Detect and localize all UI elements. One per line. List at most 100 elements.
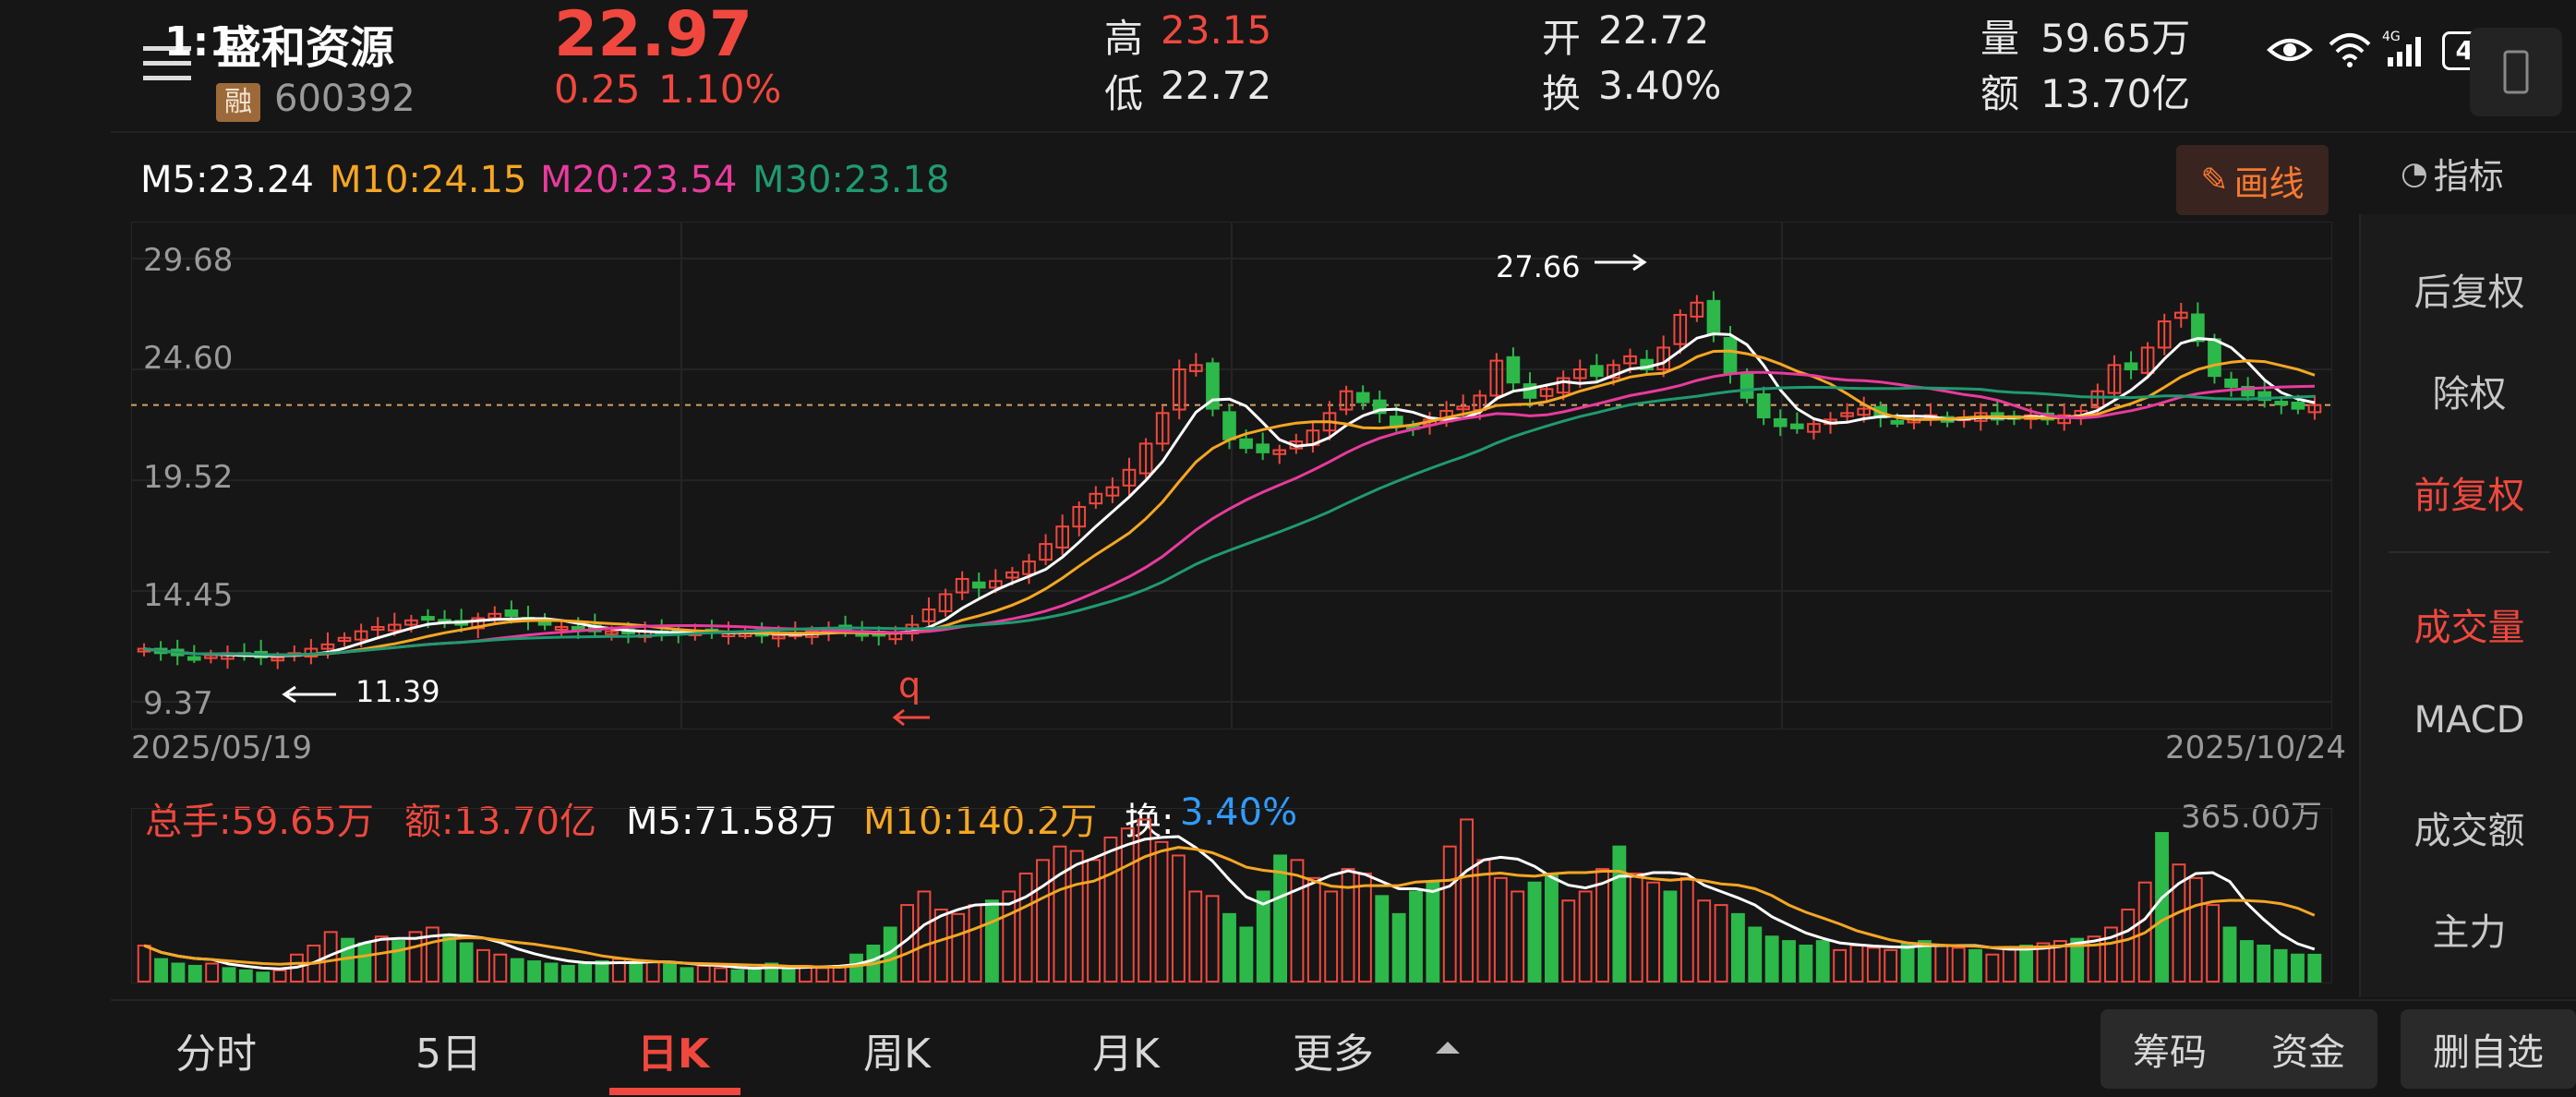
price-tick: 29.68 <box>143 242 234 279</box>
volume-bar <box>341 937 355 982</box>
volume-bar <box>1306 876 1321 982</box>
orientation-button[interactable] <box>2470 28 2562 116</box>
volume-bar <box>527 960 541 982</box>
volume-bar <box>696 964 711 982</box>
eye-icon <box>2267 39 2313 61</box>
sidebar-divider <box>2389 551 2550 553</box>
volume-bar <box>1833 948 1848 982</box>
volume-bar <box>1578 890 1593 982</box>
sidebar-item-volume[interactable]: 成交量 <box>2361 597 2576 651</box>
menu-icon-line[interactable] <box>143 76 191 80</box>
amount-label: 额 <box>1980 71 2020 116</box>
candle-body <box>1890 419 1905 425</box>
volume-bar <box>629 962 644 982</box>
tab-monthly-k[interactable]: 月K <box>1092 1020 1160 1079</box>
date-end: 2025/10/24 <box>2165 729 2346 766</box>
volume-svg <box>130 807 2333 984</box>
volume-bar <box>984 899 999 982</box>
volume-bar <box>680 967 694 982</box>
volume-bar <box>1799 944 1813 982</box>
tab-more[interactable]: 更多 <box>1293 1020 1374 1079</box>
volume-bar <box>2188 876 2203 982</box>
tab-weekly-k[interactable]: 周K <box>863 1020 931 1079</box>
draw-line-button[interactable]: ✎ 画线 <box>2176 145 2329 215</box>
volume-bar <box>730 969 745 982</box>
sidebar-item-main-force[interactable]: 主力 <box>2361 902 2576 956</box>
volume-bar <box>137 944 151 982</box>
amount-value: 13.70亿 <box>2040 71 2191 116</box>
date-start: 2025/05/19 <box>131 729 312 766</box>
tab-5day[interactable]: 5日 <box>415 1020 482 1079</box>
volume-chart[interactable] <box>130 807 2333 984</box>
volume-bar <box>476 948 490 982</box>
volume-bar <box>391 940 406 982</box>
q-annotation: q <box>898 665 921 705</box>
chip-fund-group: 筹码 资金 <box>2101 1009 2377 1089</box>
chips-button[interactable]: 筹码 <box>2133 1022 2207 1076</box>
volume-bar <box>1679 876 1694 982</box>
volume-bar <box>1815 940 1830 982</box>
volume-bar <box>1239 926 1254 982</box>
header-divider <box>111 131 2576 133</box>
volume-bar <box>1103 836 1118 982</box>
volume-bar <box>459 942 474 982</box>
volume-bar <box>560 964 575 982</box>
caret-up-icon[interactable] <box>1434 1039 1462 1057</box>
candle-body <box>1222 411 1236 440</box>
volume-bar <box>374 935 389 983</box>
low-arrow-icon <box>282 685 336 704</box>
volume-bar <box>2222 926 2237 982</box>
high-arrow-icon <box>1595 253 1647 271</box>
sidebar-item-turnover-amount[interactable]: 成交额 <box>2361 801 2576 854</box>
volume-bar <box>1391 912 1406 982</box>
volume-bar <box>1985 953 2000 983</box>
volume-bar <box>951 912 966 982</box>
ma20-legend: M20:23.54 <box>540 159 738 201</box>
indicator-button[interactable]: ◔ 指标 <box>2401 148 2504 199</box>
volume-bar <box>1493 876 1508 982</box>
volume-label: 量 <box>1980 16 2020 61</box>
volume-value: 59.65万 <box>2040 16 2191 61</box>
volume-bar <box>2239 940 2254 982</box>
volume-bar <box>2121 908 2136 982</box>
ma10-legend: M10:24.15 <box>330 159 527 201</box>
volume-bar <box>1934 944 1949 982</box>
kline-chart[interactable] <box>130 221 2333 730</box>
turnover-label: 换 <box>1542 71 1582 116</box>
tab-intraday[interactable]: 分时 <box>175 1020 257 1079</box>
candle-body <box>1790 423 1804 429</box>
candle-body <box>1523 383 1537 399</box>
price-tick: 24.60 <box>143 340 234 377</box>
active-tab-indicator <box>609 1088 740 1095</box>
high-value: 23.15 <box>1161 7 1272 53</box>
funds-button[interactable]: 资金 <box>2271 1022 2345 1076</box>
volume-bar <box>1511 890 1525 982</box>
gauge-icon: ◔ <box>2401 154 2428 192</box>
tab-daily-k[interactable]: 日K <box>637 1020 709 1079</box>
remove-watchlist-button[interactable]: 删自选 <box>2401 1009 2576 1089</box>
candle-body <box>1506 356 1521 384</box>
sidebar-item-macd[interactable]: MACD <box>2361 699 2576 741</box>
candle-body <box>2274 401 2289 406</box>
volume-bar <box>1612 845 1627 983</box>
price-tick: 19.52 <box>143 459 234 496</box>
sidebar-item-after-adjust[interactable]: 后复权 <box>2361 262 2576 316</box>
svg-text:4G: 4G <box>2382 30 2401 44</box>
volume-bar <box>1460 818 1475 983</box>
volume-bar <box>849 953 863 983</box>
volume-bar <box>663 963 677 982</box>
volume-bar <box>2206 904 2221 982</box>
candle-body <box>2208 338 2221 378</box>
volume-bar <box>1222 912 1236 982</box>
candle-body <box>2124 362 2138 371</box>
kline-svg <box>130 221 2333 730</box>
volume-bar <box>1748 926 1763 982</box>
volume-bar <box>1290 859 1305 982</box>
candle-body <box>1723 337 1738 375</box>
sidebar-item-before-adjust[interactable]: 前复权 <box>2361 465 2576 519</box>
volume-bar <box>1273 854 1288 982</box>
candle-body <box>2291 401 2305 410</box>
volume-bar <box>933 908 948 982</box>
volume-bar <box>2273 948 2288 982</box>
sidebar-item-ex-rights[interactable]: 除权 <box>2361 364 2576 417</box>
